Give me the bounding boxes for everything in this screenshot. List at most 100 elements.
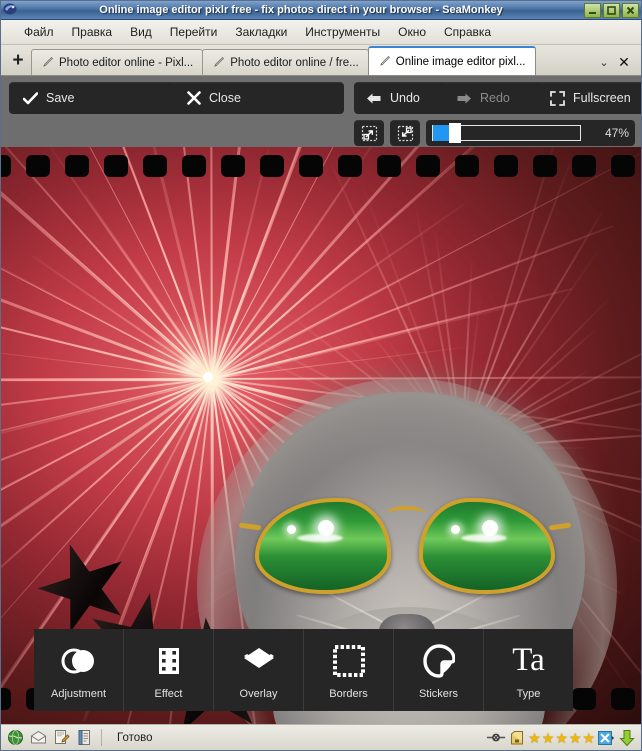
- zoom-out-icon: [361, 125, 378, 142]
- menu-bar: Файл Правка Вид Перейти Закладки Инструм…: [1, 20, 641, 45]
- menu-window[interactable]: Окно: [389, 23, 435, 41]
- addressbook-icon[interactable]: [74, 728, 94, 748]
- close-image-button[interactable]: Close: [173, 82, 344, 114]
- lens-highlight: [317, 519, 334, 536]
- menu-edit[interactable]: Правка: [63, 23, 122, 41]
- rating-star-icon[interactable]: ★: [582, 731, 595, 745]
- composer-notepad-icon[interactable]: [51, 728, 71, 748]
- arrow-left-icon: [366, 92, 382, 105]
- seamonkey-window: Online image editor pixlr free - fix pho…: [0, 0, 642, 751]
- zoom-slider-track[interactable]: [432, 123, 581, 143]
- new-tab-button[interactable]: +: [5, 47, 31, 73]
- fullscreen-label: Fullscreen: [573, 90, 631, 105]
- save-button[interactable]: Save: [9, 82, 180, 114]
- close-tab-button[interactable]: ✕: [617, 54, 631, 71]
- chevron-down-icon[interactable]: ⌄: [597, 56, 611, 69]
- tab-bar-controls: ⌄ ✕: [591, 54, 641, 75]
- undo-label: Undo: [390, 90, 420, 105]
- tool-strip: Adjustment Effect Overlay Borders Sticke…: [34, 629, 573, 711]
- tool-label: Adjustment: [50, 687, 107, 700]
- redo-label: Redo: [480, 90, 510, 105]
- sunglasses-lens-left: [255, 498, 391, 594]
- x-icon: [187, 91, 201, 105]
- tool-effect[interactable]: Effect: [124, 629, 214, 711]
- rating-star-icon[interactable]: ★: [555, 731, 568, 745]
- menu-file-label: Файл: [24, 25, 54, 39]
- menu-view[interactable]: Вид: [121, 23, 161, 41]
- tab-label: Photo editor online - Pixl...: [59, 56, 194, 69]
- sunglasses-lens-right: [419, 498, 555, 594]
- rating-star-icon[interactable]: ★: [569, 731, 582, 745]
- tool-type[interactable]: Ta Type: [484, 629, 573, 711]
- tool-stickers[interactable]: Stickers: [394, 629, 484, 711]
- tab-bar: + Photo editor online - Pixl... Photo ed…: [1, 45, 641, 76]
- security-lock-icon[interactable]: [507, 728, 527, 748]
- menu-help[interactable]: Справка: [435, 23, 500, 41]
- lens-highlight: [287, 524, 297, 534]
- tool-label: Type: [516, 687, 541, 700]
- rating-star-icon[interactable]: ★: [528, 731, 541, 745]
- zoom-slider-fill: [433, 125, 449, 141]
- connection-icon[interactable]: [486, 728, 506, 748]
- tool-adjustment[interactable]: Adjustment: [34, 629, 124, 711]
- menu-view-label: Вид: [130, 25, 152, 39]
- menu-go[interactable]: Перейти: [161, 23, 227, 41]
- zoom-slider[interactable]: 47%: [426, 120, 635, 146]
- lens-highlight: [461, 533, 508, 542]
- layers-diamond-icon: [241, 641, 277, 681]
- close-button[interactable]: [622, 3, 639, 18]
- status-right-icons: ★ ★ ★ ★ ★: [486, 728, 637, 748]
- maximize-button[interactable]: [603, 3, 620, 18]
- xmarks-icon[interactable]: [596, 728, 616, 748]
- frame-icon: [332, 641, 366, 681]
- tab-label: Online image editor pixl...: [395, 55, 526, 68]
- tool-label: Overlay: [239, 687, 278, 700]
- arrow-right-icon: [456, 92, 472, 105]
- tool-overlay[interactable]: Overlay: [214, 629, 304, 711]
- pencil-favicon: [378, 55, 391, 68]
- sunglasses-bridge: [387, 506, 425, 520]
- tab-photo-editor-free[interactable]: Photo editor online / fre...: [202, 49, 369, 75]
- close-label: Close: [209, 90, 241, 105]
- window-title: Online image editor pixlr free - fix pho…: [99, 4, 503, 16]
- contrast-circles-icon: [59, 641, 99, 681]
- editor-toolbar: Save Close Undo Redo Fullscreen 47%: [1, 76, 641, 147]
- browser-globe-icon[interactable]: [5, 728, 25, 748]
- redo-button[interactable]: Redo: [444, 82, 546, 114]
- menu-file[interactable]: Файл: [15, 23, 63, 41]
- zoom-in-icon: [397, 125, 414, 142]
- tool-label: Stickers: [418, 687, 459, 700]
- zoom-out-button[interactable]: [354, 120, 384, 146]
- status-separator: [101, 729, 102, 746]
- firework-core-glow: [202, 372, 213, 383]
- fullscreen-icon: [550, 90, 565, 106]
- status-bar: Готово ★ ★ ★ ★ ★: [1, 724, 641, 750]
- menu-tools-label: Инструменты: [305, 25, 381, 39]
- tool-label: Effect: [154, 687, 183, 700]
- menu-help-label: Справка: [444, 25, 492, 39]
- rating-star-icon[interactable]: ★: [542, 731, 555, 745]
- film-strip-icon: [153, 641, 185, 681]
- zoom-in-button[interactable]: [390, 120, 420, 146]
- tab-online-image-editor[interactable]: Online image editor pixl...: [367, 46, 536, 75]
- sunglasses-sticker: [238, 498, 572, 608]
- title-bar: Online image editor pixlr free - fix pho…: [1, 1, 641, 20]
- menu-bookmarks[interactable]: Закладки: [226, 23, 296, 41]
- fullscreen-button[interactable]: Fullscreen: [540, 82, 641, 114]
- minimize-button[interactable]: [584, 3, 601, 18]
- tab-photo-editor-pixlr[interactable]: Photo editor online - Pixl...: [31, 49, 204, 75]
- lens-highlight: [481, 519, 498, 536]
- lens-highlight: [451, 524, 461, 534]
- tool-borders[interactable]: Borders: [304, 629, 394, 711]
- seamonkey-icon: [3, 2, 21, 18]
- menu-bookmarks-label: Закладки: [235, 25, 288, 39]
- download-arrow-icon[interactable]: [617, 728, 637, 748]
- window-controls: [584, 3, 639, 18]
- menu-tools[interactable]: Инструменты: [296, 23, 389, 41]
- pencil-favicon: [41, 56, 54, 69]
- mail-envelope-icon[interactable]: [28, 728, 48, 748]
- image-canvas[interactable]: Adjustment Effect Overlay Borders Sticke…: [1, 147, 641, 724]
- zoom-slider-handle[interactable]: [449, 123, 461, 143]
- tool-label: Borders: [329, 687, 368, 700]
- undo-button[interactable]: Undo: [354, 82, 450, 114]
